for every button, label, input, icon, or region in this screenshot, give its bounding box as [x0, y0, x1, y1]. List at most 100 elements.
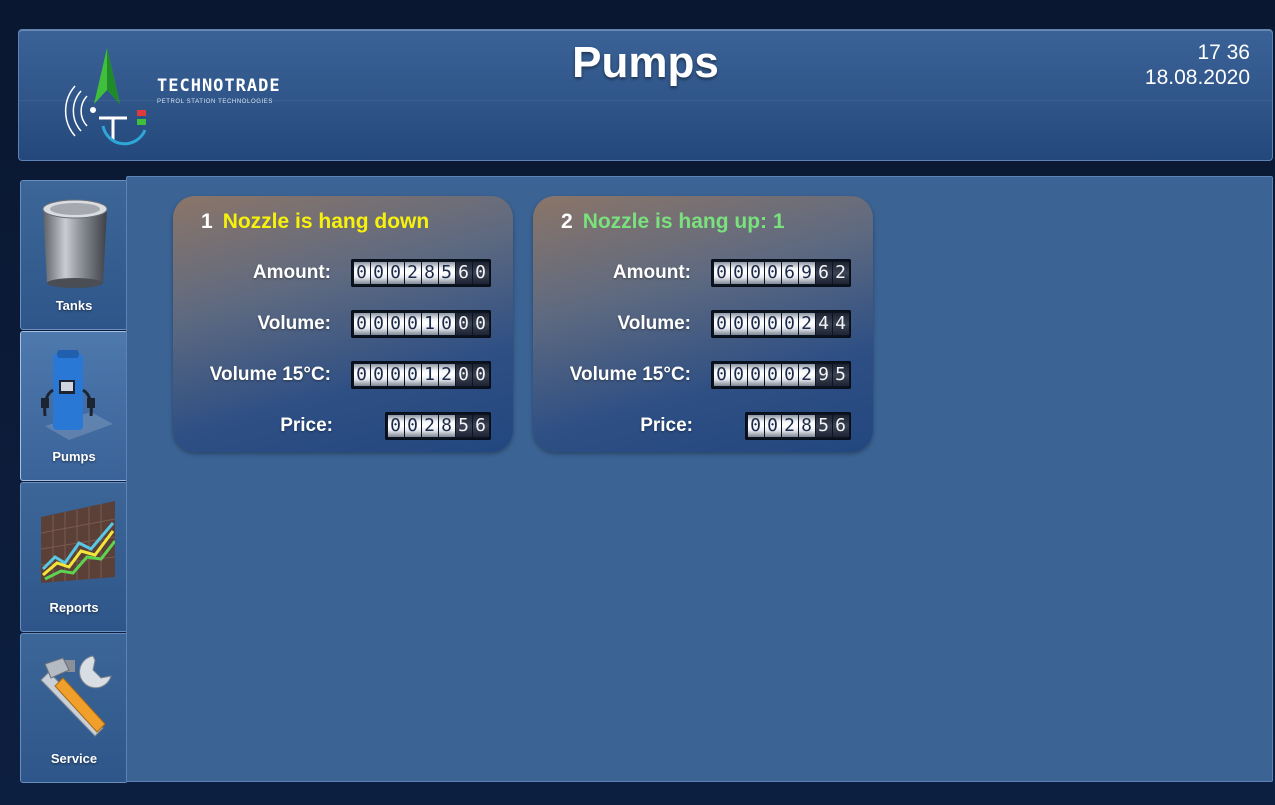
counter-digit: 0: [713, 262, 730, 284]
counter-digit: 9: [798, 262, 815, 284]
sidebar-item-service[interactable]: Service: [20, 633, 128, 783]
counter-digit: 6: [472, 415, 489, 437]
counter-digit: 9: [815, 364, 832, 386]
counter-digit: 0: [472, 313, 489, 335]
counter-digit: 2: [421, 415, 438, 437]
counter-digit: 0: [353, 313, 370, 335]
counter-digit: 6: [815, 262, 832, 284]
price-counter: 002856: [745, 412, 851, 440]
counter-digit: 0: [370, 364, 387, 386]
counter-digit: 4: [832, 313, 849, 335]
sidebar-item-tanks[interactable]: Tanks: [20, 180, 128, 330]
counter-digit: 0: [404, 313, 421, 335]
volume15-counter: 00001200: [351, 361, 491, 389]
sidebar-item-pumps[interactable]: Pumps: [20, 331, 128, 481]
counter-digit: 0: [747, 415, 764, 437]
pump-title: 2 Nozzle is hang up: 1: [561, 210, 785, 234]
brand-subtitle: PETROL STATION TECHNOLOGIES: [157, 99, 273, 105]
counter-digit: 0: [387, 364, 404, 386]
counter-digit: 0: [730, 313, 747, 335]
counter-digit: 0: [730, 262, 747, 284]
amount-label: Amount:: [612, 262, 691, 283]
counter-digit: 0: [404, 415, 421, 437]
counter-digit: 0: [730, 364, 747, 386]
volume15-label: Volume 15°C:: [569, 364, 691, 385]
counter-digit: 2: [798, 364, 815, 386]
counter-digit: 0: [764, 262, 781, 284]
counter-digit: 0: [747, 262, 764, 284]
volume-counter: 00001000: [351, 310, 491, 338]
sidebar-item-label: Pumps: [52, 449, 96, 464]
pump-card-1[interactable]: 1 Nozzle is hang down Amount: 00028560 Vo…: [173, 196, 513, 452]
counter-digit: 5: [438, 262, 455, 284]
counter-digit: 0: [370, 262, 387, 284]
amount-counter: 00006962: [711, 259, 851, 287]
counter-digit: 0: [353, 364, 370, 386]
counter-digit: 0: [747, 313, 764, 335]
counter-digit: 1: [421, 313, 438, 335]
counter-digit: 0: [781, 313, 798, 335]
page-title: Pumps: [572, 38, 719, 87]
counter-digit: 0: [455, 364, 472, 386]
counter-digit: 0: [472, 364, 489, 386]
counter-digit: 5: [815, 415, 832, 437]
clock: 17 36 18.08.2020: [1145, 40, 1250, 90]
sidebar: Tanks Pumps Reports Service: [18, 176, 128, 783]
volume15-counter: 00000295: [711, 361, 851, 389]
counter-digit: 2: [781, 415, 798, 437]
counter-digit: 0: [438, 313, 455, 335]
counter-digit: 6: [832, 415, 849, 437]
counter-digit: 8: [421, 262, 438, 284]
counter-digit: 0: [764, 364, 781, 386]
counter-digit: 4: [815, 313, 832, 335]
counter-digit: 0: [747, 364, 764, 386]
price-label: Price:: [280, 415, 333, 436]
counter-digit: 0: [370, 313, 387, 335]
sidebar-item-label: Tanks: [55, 298, 93, 313]
counter-digit: 6: [455, 262, 472, 284]
volume15-label: Volume 15°C:: [209, 364, 331, 385]
header-bar: TECHNOTRADE PETROL STATION TECHNOLOGIES …: [18, 29, 1273, 161]
counter-digit: 2: [404, 262, 421, 284]
counter-digit: 5: [455, 415, 472, 437]
pump-number: 1: [201, 210, 213, 233]
counter-digit: 0: [404, 364, 421, 386]
pumps-panel: 1 Nozzle is hang down Amount: 00028560 Vo…: [126, 176, 1273, 782]
counter-digit: 0: [455, 313, 472, 335]
counter-digit: 0: [713, 364, 730, 386]
counter-digit: 0: [764, 313, 781, 335]
counter-digit: 0: [387, 415, 404, 437]
counter-digit: 0: [387, 262, 404, 284]
counter-digit: 6: [781, 262, 798, 284]
amount-label: Amount:: [252, 262, 331, 283]
clock-date: 18.08.2020: [1144, 66, 1250, 89]
clock-time: 17 36: [1197, 41, 1250, 64]
price-label: Price:: [640, 415, 693, 436]
counter-digit: 0: [764, 415, 781, 437]
volume-label: Volume:: [617, 313, 691, 334]
counter-digit: 0: [713, 313, 730, 335]
counter-digit: 0: [353, 262, 370, 284]
counter-digit: 8: [438, 415, 455, 437]
pump-title: 1 Nozzle is hang down: [201, 210, 429, 234]
pump-status: Nozzle is hang up: 1: [582, 210, 785, 233]
counter-digit: 2: [832, 262, 849, 284]
fuel-pump-icon: [41, 350, 113, 440]
pump-status: Nozzle is hang down: [222, 210, 430, 233]
amount-counter: 00028560: [351, 259, 491, 287]
app-frame: TECHNOTRADE PETROL STATION TECHNOLOGIES …: [0, 0, 1275, 805]
counter-digit: 2: [438, 364, 455, 386]
sidebar-item-reports[interactable]: Reports: [20, 482, 128, 632]
counter-digit: 5: [832, 364, 849, 386]
tank-icon: [42, 199, 108, 288]
volume-label: Volume:: [257, 313, 331, 334]
sidebar-item-label: Service: [50, 751, 98, 766]
pump-card-2[interactable]: 2 Nozzle is hang up: 1 Amount: 00006962 V…: [533, 196, 873, 452]
counter-digit: 0: [387, 313, 404, 335]
counter-digit: 0: [781, 364, 798, 386]
counter-digit: 1: [421, 364, 438, 386]
price-counter: 002856: [385, 412, 491, 440]
chart-icon: [40, 501, 115, 583]
pump-number: 2: [561, 210, 573, 233]
volume-counter: 00000244: [711, 310, 851, 338]
